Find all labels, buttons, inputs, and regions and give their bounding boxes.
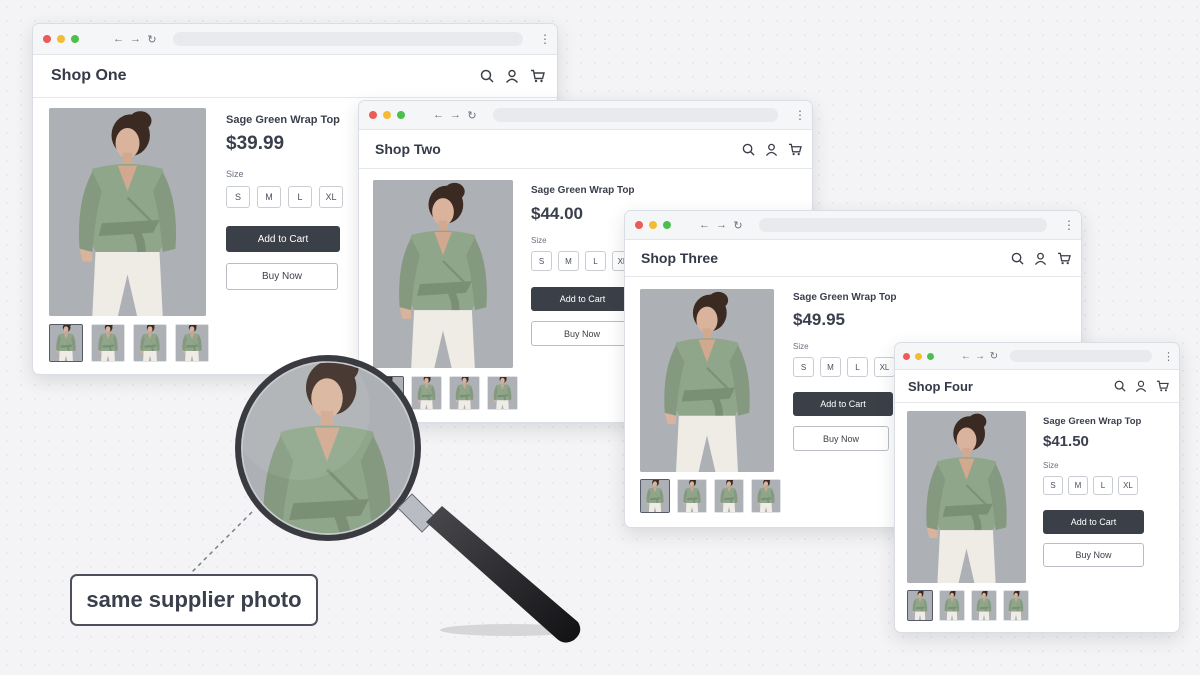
same-supplier-photo-callout: same supplier photo	[70, 574, 318, 626]
connector-line	[189, 511, 253, 575]
